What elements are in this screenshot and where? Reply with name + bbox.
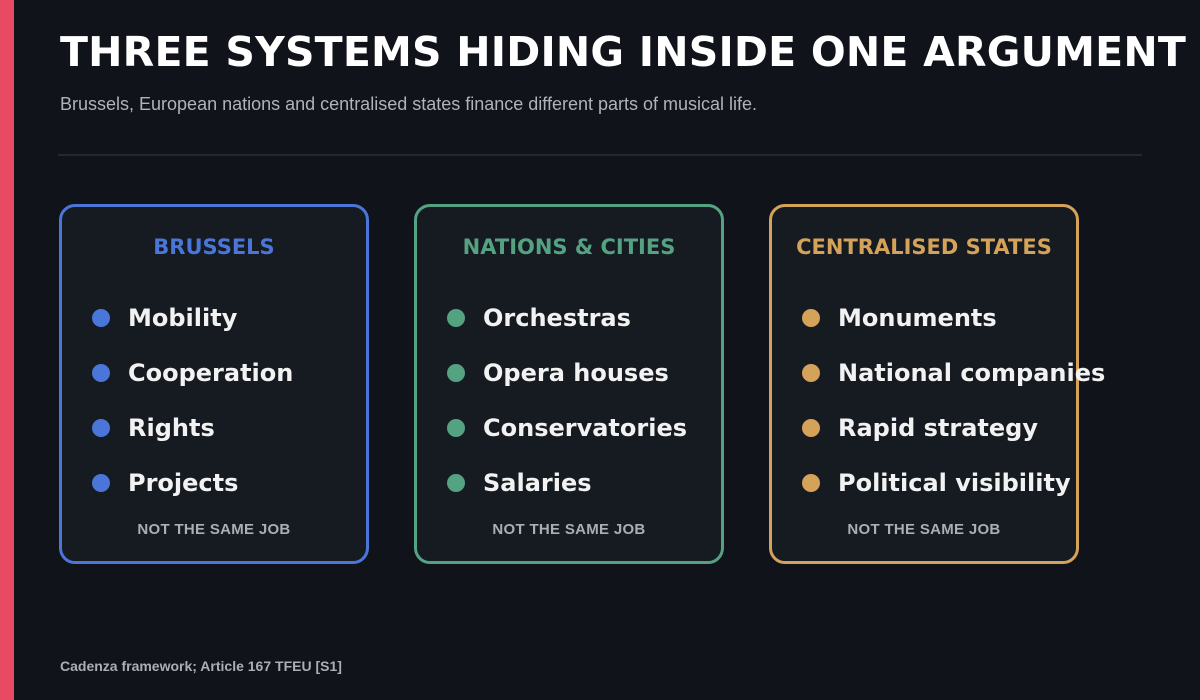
card-brussels: BRUSSELS Mobility Cooperation Rights Pro… (59, 204, 369, 564)
bullet-dot-icon (92, 474, 110, 492)
bullet-dot-icon (447, 419, 465, 437)
list-item: National companies (802, 358, 1105, 388)
slide: THREE SYSTEMS HIDING INSIDE ONE ARGUMENT… (0, 0, 1200, 700)
source-note: Cadenza framework; Article 167 TFEU [S1] (60, 658, 342, 674)
card-title: CENTRALISED STATES (796, 235, 1052, 259)
bullet-dot-icon (802, 419, 820, 437)
card-nations-cities: NATIONS & CITIES Orchestras Opera houses… (414, 204, 724, 564)
bullet-dot-icon (447, 474, 465, 492)
list-item: Rights (92, 413, 215, 443)
page-subtitle: Brussels, European nations and centralis… (60, 94, 758, 114)
list-item: Rapid strategy (802, 413, 1038, 443)
card-title: NATIONS & CITIES (462, 235, 676, 259)
item-label: Salaries (483, 469, 592, 497)
item-label: National companies (838, 359, 1106, 387)
item-label: Rapid strategy (838, 414, 1038, 442)
card-title: BRUSSELS (153, 235, 275, 259)
item-label: Cooperation (128, 359, 294, 387)
list-item: Political visibility (802, 468, 1071, 498)
list-item: Cooperation (92, 358, 293, 388)
list-item: Mobility (92, 303, 237, 333)
list-item: Orchestras (447, 303, 631, 333)
card-footer: NOT THE SAME JOB (847, 521, 1001, 538)
item-label: Projects (128, 469, 239, 497)
card-footer: NOT THE SAME JOB (492, 521, 646, 538)
bullet-dot-icon (92, 364, 110, 382)
bullet-dot-icon (92, 419, 110, 437)
card-footer: NOT THE SAME JOB (137, 521, 291, 538)
item-label: Opera houses (483, 359, 669, 387)
list-item: Conservatories (447, 413, 687, 443)
item-label: Orchestras (483, 304, 631, 332)
list-item: Projects (92, 468, 238, 498)
list-item: Salaries (447, 468, 592, 498)
item-label: Political visibility (838, 469, 1071, 497)
item-label: Monuments (838, 304, 997, 332)
list-item: Monuments (802, 303, 997, 333)
bullet-dot-icon (802, 364, 820, 382)
bullet-dot-icon (802, 309, 820, 327)
item-label: Conservatories (483, 414, 688, 442)
page-title: THREE SYSTEMS HIDING INSIDE ONE ARGUMENT (60, 28, 1187, 76)
divider (58, 154, 1142, 156)
bullet-dot-icon (447, 364, 465, 382)
bullet-dot-icon (802, 474, 820, 492)
accent-bar (0, 0, 14, 700)
item-label: Rights (128, 414, 215, 442)
item-label: Mobility (128, 304, 238, 332)
bullet-dot-icon (92, 309, 110, 327)
list-item: Opera houses (447, 358, 669, 388)
card-centralised-states: CENTRALISED STATES Monuments National co… (769, 204, 1105, 564)
bullet-dot-icon (447, 309, 465, 327)
